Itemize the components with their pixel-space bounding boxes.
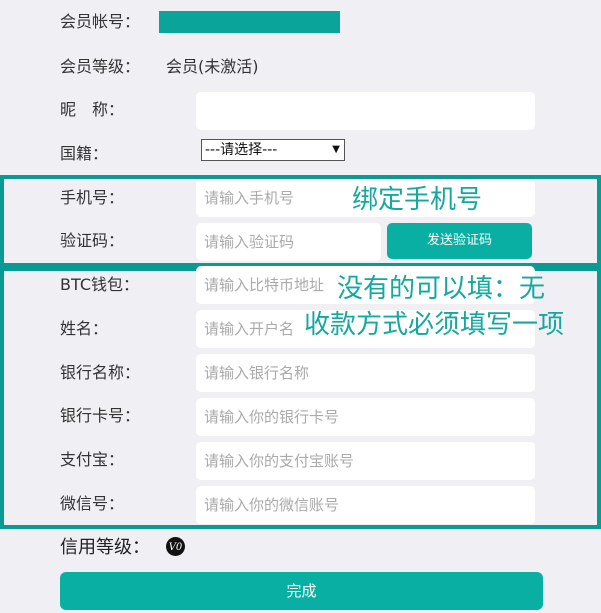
level-label: 会员等级： (60, 57, 141, 76)
nationality-label: 国籍： (60, 144, 109, 163)
dropdown-arrow-icon: ▼ (332, 144, 340, 155)
credit-label: 信用等级： (60, 537, 150, 558)
code-input[interactable] (196, 223, 381, 261)
wechat-label: 微信号： (60, 494, 125, 513)
name-label: 姓名： (60, 319, 109, 338)
phone-label: 手机号： (60, 188, 125, 207)
wechat-input[interactable] (196, 486, 535, 524)
credit-badge-text: V0 (168, 542, 183, 553)
nationality-select[interactable]: ---请选择--- ▼ (201, 139, 345, 161)
btc-label: BTC钱包： (60, 275, 139, 294)
alipay-input[interactable] (196, 442, 535, 480)
submit-button[interactable]: 完成 (60, 572, 543, 610)
bind-phone-annotation: 绑定手机号 (352, 185, 483, 215)
level-value: 会员(未激活) (166, 57, 259, 76)
account-value-redacted (159, 11, 340, 33)
bank-card-input[interactable] (196, 398, 535, 436)
payment-annotation-line2: 收款方式必须填写一项 (304, 310, 565, 340)
nationality-selected: ---请选择--- (205, 142, 278, 158)
nickname-input[interactable] (196, 92, 535, 130)
code-label: 验证码： (60, 231, 125, 250)
v0-badge-icon: V0 (166, 537, 185, 556)
payment-annotation-line1: 没有的可以填：无 (337, 274, 546, 304)
bank-card-label: 银行卡号： (60, 406, 141, 425)
alipay-label: 支付宝： (60, 450, 125, 469)
send-code-button[interactable]: 发送验证码 (387, 223, 532, 259)
nickname-label: 昵 称： (60, 100, 125, 119)
bank-name-label: 银行名称： (60, 363, 141, 382)
account-label: 会员帐号： (60, 12, 141, 31)
bank-name-input[interactable] (196, 354, 535, 392)
